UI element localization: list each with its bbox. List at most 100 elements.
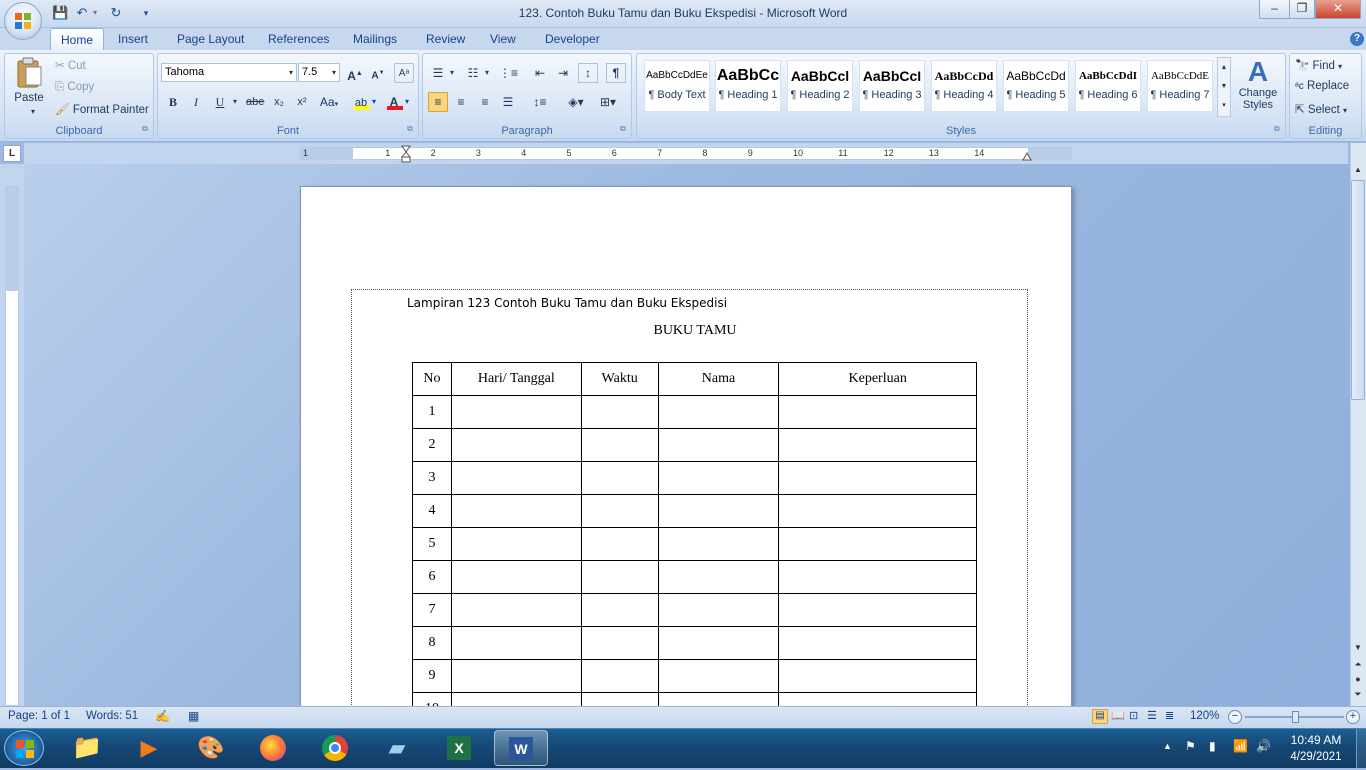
paragraph-launcher-icon[interactable]: ⧉ [620,124,626,134]
notepad-taskbar-button[interactable]: ▰ [370,730,424,766]
increase-indent-button[interactable]: ⇥ [553,63,573,83]
style-body-text[interactable]: AaBbCcDdEe ¶ Body Text [644,60,710,112]
table-cell[interactable] [657,461,780,495]
office-button[interactable] [4,2,42,40]
table-cell[interactable] [778,659,977,693]
tab-developer[interactable]: Developer [535,28,610,50]
clock-date[interactable]: 4/29/2021 [1280,751,1352,763]
media-player-taskbar-button[interactable]: ▶ [122,730,176,766]
grow-font-button[interactable]: A▲ [345,63,365,83]
row-number[interactable]: 1 [412,395,452,429]
numbering-dropdown-icon[interactable]: ▾ [485,68,489,77]
action-center-icon[interactable]: ⚑ [1185,739,1196,753]
row-number[interactable]: 3 [412,461,452,495]
clock-time[interactable]: 10:49 AM [1280,733,1352,747]
table-cell[interactable] [657,527,780,561]
numbering-button[interactable]: ☷ [463,63,483,83]
table-cell[interactable] [580,395,659,429]
scrollbar-thumb[interactable] [1351,180,1365,400]
scroll-down-icon[interactable]: ▼ [1351,643,1365,657]
show-hide-button[interactable]: ¶ [606,63,626,83]
shrink-font-button[interactable]: A▼ [368,63,388,83]
table-cell[interactable] [778,428,977,462]
table-cell[interactable] [580,461,659,495]
table-cell[interactable] [657,428,780,462]
strikethrough-button[interactable]: abe [245,92,265,112]
row-number[interactable]: 5 [412,527,452,561]
table-cell[interactable] [778,461,977,495]
draft-icon[interactable]: ≣ [1165,709,1174,722]
table-cell[interactable] [778,593,977,627]
proofing-icon[interactable]: ✍ [155,709,170,723]
zoom-out-button[interactable]: − [1228,710,1242,724]
firefox-taskbar-button[interactable] [246,730,300,766]
style-heading-6[interactable]: AaBbCcDdI ¶ Heading 6 [1075,60,1141,112]
justify-button[interactable]: ☰ [498,92,518,112]
table-cell[interactable] [580,428,659,462]
show-desktop-button[interactable] [1356,729,1366,768]
table-cell[interactable] [580,692,659,706]
document-title[interactable]: BUKU TAMU [600,323,790,339]
change-case-button[interactable]: Aa▾ [316,92,342,112]
table-cell[interactable] [657,494,780,528]
table-cell[interactable] [778,494,977,528]
zoom-slider-thumb[interactable] [1292,711,1299,723]
table-cell[interactable] [450,692,582,706]
bullets-button[interactable]: ☰ [428,63,448,83]
select-browse-object-icon[interactable]: ● [1351,674,1365,688]
header-nama[interactable]: Nama [657,362,780,396]
header-waktu[interactable]: Waktu [580,362,659,396]
header-hari-tanggal[interactable]: Hari/ Tanggal [450,362,582,396]
table-cell[interactable] [778,527,977,561]
table-cell[interactable] [657,395,780,429]
table-cell[interactable] [657,626,780,660]
right-indent-marker-icon[interactable] [1022,150,1032,161]
align-left-button[interactable]: ≡ [428,92,448,112]
table-cell[interactable] [778,626,977,660]
font-color-dropdown-icon[interactable]: ▾ [405,97,409,106]
decrease-indent-button[interactable]: ⇤ [530,63,550,83]
table-cell[interactable] [580,494,659,528]
clipboard-launcher-icon[interactable]: ⧉ [142,124,148,134]
borders-button[interactable]: ⊞▾ [594,92,622,112]
align-center-button[interactable]: ≡ [451,92,471,112]
font-name-combo[interactable]: Tahoma ▾ [161,63,297,82]
style-heading-7[interactable]: AaBbCcDdE ¶ Heading 7 [1147,60,1213,112]
explorer-taskbar-button[interactable]: 📁 [60,730,114,766]
style-heading-3[interactable]: AaBbCcI ¶ Heading 3 [859,60,925,112]
shading-button[interactable]: ◈▾ [562,92,590,112]
row-number[interactable]: 2 [412,428,452,462]
style-heading-5[interactable]: AaBbCcDd ¶ Heading 5 [1003,60,1069,112]
table-cell[interactable] [580,626,659,660]
maximize-button[interactable]: ❐ [1289,0,1315,19]
table-cell[interactable] [778,395,977,429]
replace-button[interactable]: ᵃc Replace [1295,80,1349,92]
header-no[interactable]: No [412,362,452,396]
tab-review[interactable]: Review [416,28,475,50]
table-cell[interactable] [778,560,977,594]
table-cell[interactable] [657,593,780,627]
tab-home[interactable]: Home [50,28,105,50]
text-highlight-button[interactable]: ab [351,92,371,112]
table-cell[interactable] [450,593,582,627]
style-heading-2[interactable]: AaBbCcl ¶ Heading 2 [787,60,853,112]
previous-page-icon[interactable]: ⏶ [1351,659,1365,673]
indent-marker-icon[interactable] [400,145,412,163]
help-icon[interactable]: ? [1350,32,1364,46]
table-cell[interactable] [580,527,659,561]
page-count[interactable]: Page: 1 of 1 [8,710,70,722]
align-right-button[interactable]: ≡ [475,92,495,112]
full-screen-reading-icon[interactable]: 📖 [1111,709,1125,722]
tab-mailings[interactable]: Mailings [343,28,407,50]
paint-taskbar-button[interactable]: 🎨 [184,730,238,766]
change-styles-button[interactable]: A Change Styles [1236,57,1280,121]
bullets-dropdown-icon[interactable]: ▾ [450,68,454,77]
styles-gallery-scroll[interactable]: ▲ ▼ ▾ [1217,57,1231,117]
row-number[interactable]: 4 [412,494,452,528]
clear-formatting-button[interactable]: Aᵃ [394,63,414,83]
subscript-button[interactable]: x₂ [269,92,289,112]
table-cell[interactable] [657,659,780,693]
underline-dropdown-icon[interactable]: ▾ [233,97,237,106]
table-cell[interactable] [450,461,582,495]
paste-button[interactable]: Paste [13,57,45,113]
